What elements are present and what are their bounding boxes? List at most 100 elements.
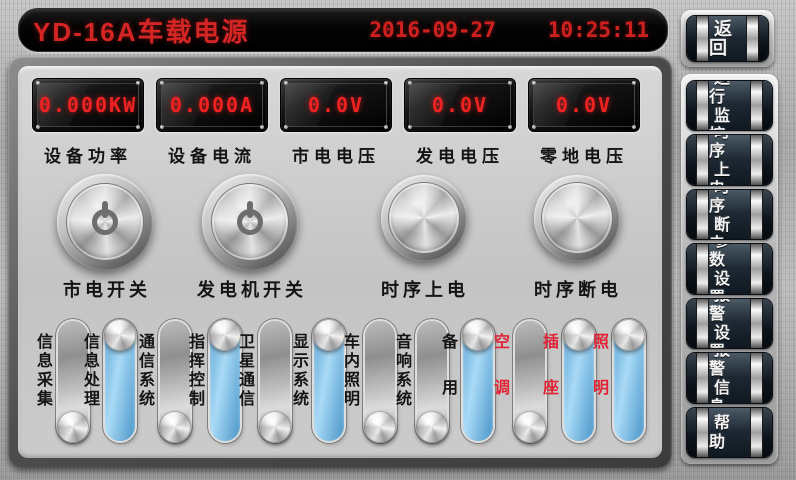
sidebar-button-group: 运行 监控 时序 上电 时序 断电 参数 设置 报警 设置: [681, 74, 778, 464]
mains-switch-label: 市电开关: [63, 276, 151, 302]
button-end-cap: [687, 244, 696, 293]
generator-voltage-readout: 0.0V: [404, 78, 516, 132]
button-label-line2: 监控: [709, 106, 750, 132]
button-end-cap: [763, 81, 772, 130]
mains-voltage-readout: 0.0V: [280, 78, 392, 132]
device-current-label: 设备电流: [156, 142, 268, 167]
switch-label: 指挥控制: [184, 333, 206, 447]
device-current-readout: 0.000A: [156, 78, 268, 132]
button-metal-cap: [696, 299, 709, 348]
help-face: 帮助: [709, 408, 750, 457]
button-end-cap: [687, 135, 696, 184]
help-button[interactable]: 帮助: [686, 407, 773, 458]
button-metal-cap: [750, 135, 763, 184]
button-end-cap: [763, 299, 772, 348]
neutral-ground-voltage-readout: 0.0V: [528, 78, 640, 132]
button-end-cap: [763, 135, 772, 184]
switch-label: 照明: [588, 333, 610, 447]
button-label-line1: 报警: [709, 298, 750, 324]
toggle-switch[interactable]: [105, 321, 135, 441]
back-button-face: 返回: [709, 16, 746, 61]
device-current-value: 0.000A: [170, 93, 254, 117]
switch-air-conditioner: 空调: [489, 321, 545, 447]
button-label-line2: 设置: [709, 269, 750, 295]
button-label-line1: 时序: [709, 189, 750, 215]
switch-info-processing: 信息处理: [79, 321, 135, 447]
button-metal-cap: [746, 16, 759, 61]
device-power-label: 设备功率: [32, 142, 144, 167]
button-end-cap: [759, 16, 768, 61]
button-end-cap: [763, 190, 772, 239]
button-metal-cap: [696, 135, 709, 184]
switch-section: 信息采集 信息处理 通信系统 指挥控制 卫星通信 显示系统: [30, 321, 656, 449]
sequence-power-on-button[interactable]: 时序 上电: [686, 134, 773, 185]
device-power-value: 0.000KW: [39, 93, 137, 117]
switch-display-system: 显示系统: [288, 321, 344, 447]
button-end-cap: [687, 190, 696, 239]
generator-switch-label: 发电机开关: [197, 276, 307, 302]
knob-face: [67, 184, 143, 260]
switch-satellite-comm: 卫星通信: [234, 321, 290, 447]
switch-label: 备用: [437, 333, 459, 447]
power-icon: [92, 209, 118, 235]
date-display: 2016-09-27: [369, 18, 495, 42]
sequence-power-off-knob[interactable]: [534, 175, 620, 261]
alarm-settings-face: 报警 设置: [709, 299, 750, 348]
switch-knob[interactable]: [104, 319, 136, 351]
button-label-line1: 参数: [709, 243, 750, 269]
neutral-ground-voltage-label: 零地电压: [528, 142, 640, 167]
button-metal-cap: [750, 81, 763, 130]
toggle-switch[interactable]: [614, 321, 644, 441]
button-metal-cap: [750, 190, 763, 239]
power-icon: [237, 209, 263, 235]
button-label-line2: 断电: [709, 215, 750, 241]
button-label-line2: 上电: [709, 160, 750, 186]
time-display: 10:25:11: [548, 18, 649, 42]
button-metal-cap: [750, 299, 763, 348]
button-metal-cap: [696, 81, 709, 130]
app-title: YD-16A车载电源: [33, 12, 249, 49]
switch-socket: 插座: [538, 321, 594, 447]
switch-communication-system: 通信系统: [134, 321, 190, 447]
button-end-cap: [763, 353, 772, 402]
back-button-plate: 返回: [681, 10, 774, 67]
alarm-info-face: 报警 信息: [709, 353, 750, 402]
back-button-label: 返回: [709, 20, 746, 58]
switch-knob[interactable]: [613, 319, 645, 351]
alarm-settings-button[interactable]: 报警 设置: [686, 298, 773, 349]
back-button[interactable]: 返回: [686, 15, 769, 62]
switch-command-control: 指挥控制: [184, 321, 240, 447]
sequence-power-on-knob[interactable]: [381, 175, 467, 261]
switch-label: 空调: [489, 333, 511, 447]
parameter-settings-button[interactable]: 参数 设置: [686, 243, 773, 294]
switch-label: 信息处理: [79, 333, 101, 447]
toggle-switch[interactable]: [260, 321, 290, 441]
button-label-line2: 设置: [709, 323, 750, 349]
switch-label: 插座: [538, 333, 560, 447]
switch-label: 音响系统: [391, 333, 413, 447]
button-end-cap: [763, 408, 772, 457]
button-metal-cap: [750, 244, 763, 293]
parameter-settings-face: 参数 设置: [709, 244, 750, 293]
alarm-info-button[interactable]: 报警 信息: [686, 352, 773, 403]
knob-face: [212, 184, 288, 260]
sequence-power-on-face: 时序 上电: [709, 135, 750, 184]
switch-knob[interactable]: [259, 411, 291, 443]
mains-switch-knob[interactable]: [57, 174, 153, 270]
button-metal-cap: [696, 190, 709, 239]
button-end-cap: [687, 81, 696, 130]
readout-row: 0.000KW 0.000A 0.0V 0.0V 0.0V: [32, 78, 640, 132]
device-power-readout: 0.000KW: [32, 78, 144, 132]
run-monitor-face: 运行 监控: [709, 81, 750, 130]
button-label-line2: 信息: [709, 378, 750, 404]
run-monitor-button[interactable]: 运行 监控: [686, 80, 773, 131]
title-bar: YD-16A车载电源 2016-09-27 10:25:11: [18, 8, 668, 52]
switch-label: 通信系统: [134, 333, 156, 447]
switch-cabin-lighting: 车内照明: [339, 321, 395, 447]
sequence-power-off-face: 时序 断电: [709, 190, 750, 239]
generator-switch-knob[interactable]: [202, 174, 298, 270]
readout-labels: 设备功率 设备电流 市电电压 发电电压 零地电压: [32, 142, 640, 167]
sequence-power-off-button[interactable]: 时序 断电: [686, 189, 773, 240]
button-end-cap: [687, 353, 696, 402]
neutral-ground-voltage-value: 0.0V: [556, 93, 612, 117]
